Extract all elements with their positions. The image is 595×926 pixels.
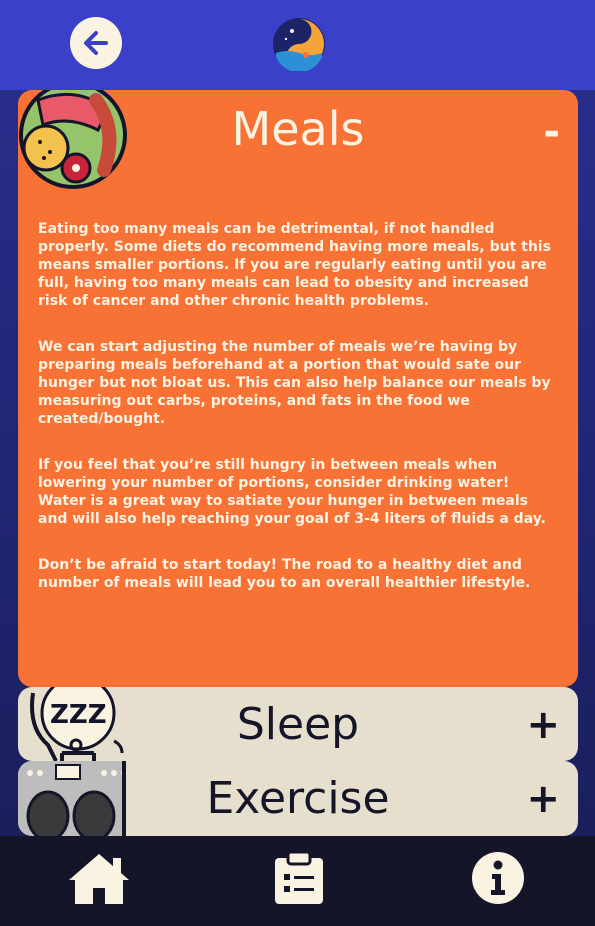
arrow-left-icon: [84, 31, 108, 55]
info-icon: [472, 852, 524, 904]
expand-toggle[interactable]: +: [526, 779, 560, 819]
paragraph: We can start adjusting the number of mea…: [38, 339, 551, 427]
clipboard-button[interactable]: [272, 850, 336, 910]
paragraph: If you feel that you’re still hungry in …: [38, 457, 546, 527]
info-button[interactable]: [470, 850, 534, 910]
bottom-navigation: [0, 836, 595, 926]
exercise-title: Exercise: [206, 773, 390, 824]
meals-title: Meals: [231, 102, 365, 156]
collapse-toggle[interactable]: -: [543, 112, 560, 152]
expand-toggle[interactable]: +: [526, 705, 560, 745]
sleep-title: Sleep: [236, 699, 360, 750]
back-button[interactable]: [70, 17, 122, 69]
yin-yang-sun-logo: [273, 18, 325, 71]
clipboard-icon: [275, 850, 323, 904]
sleep-card[interactable]: ZZZ Sleep +: [18, 687, 578, 761]
paragraph: Eating too many meals can be detrimental…: [38, 221, 551, 309]
app-header: [0, 0, 595, 90]
paragraph: Don’t be afraid to start today! The road…: [38, 557, 531, 591]
exercise-card[interactable]: Exercise +: [18, 761, 578, 836]
home-button[interactable]: [67, 850, 131, 910]
meals-card[interactable]: Meals - Eating too many meals can be det…: [18, 90, 578, 687]
home-icon: [69, 854, 129, 904]
meals-body: Eating too many meals can be detrimental…: [38, 220, 560, 620]
